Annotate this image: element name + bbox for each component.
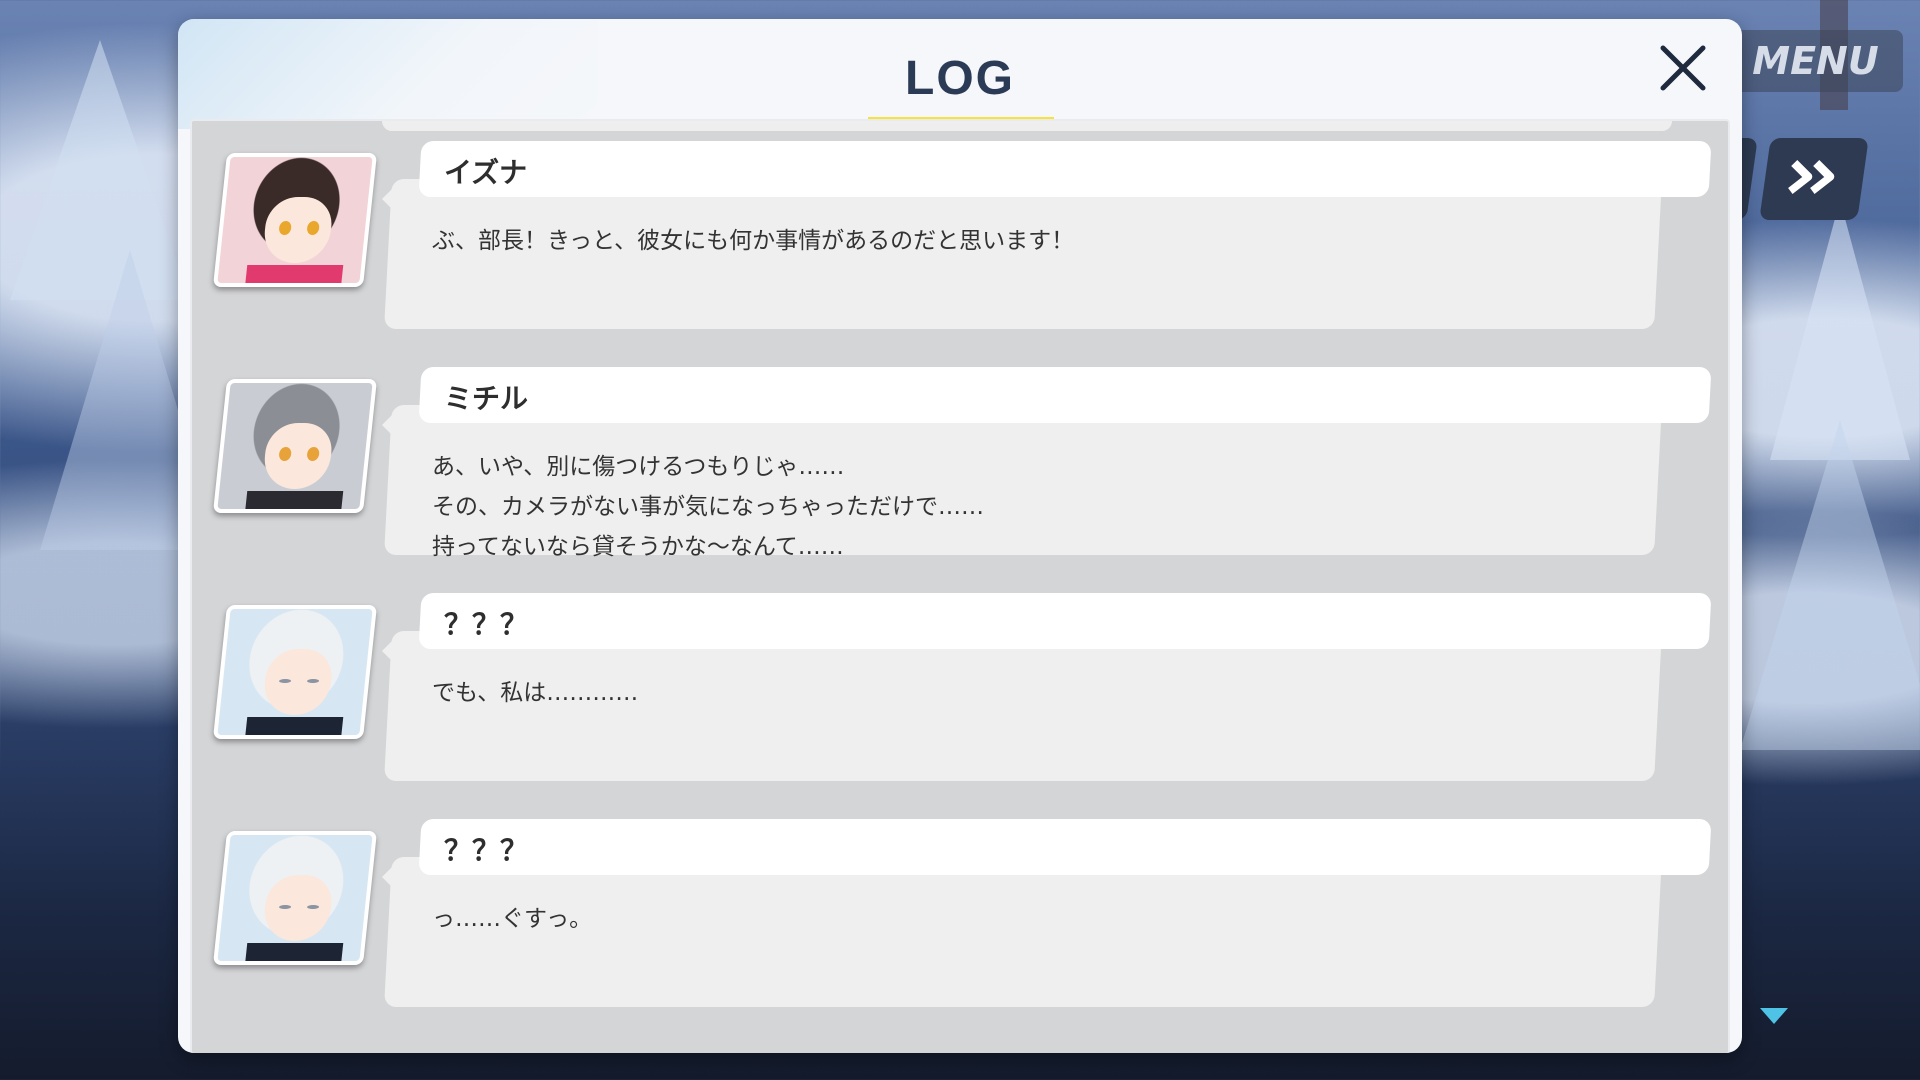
log-dialog: LOG イズナ ぶ、部長！きっと、彼女にも何か事情があるのだと思います！ ミチル… [178, 19, 1742, 1053]
dialogue-text: あ、いや、別に傷つけるつもりじゃ…… その、カメラがない事が気になっちゃっただけ… [432, 447, 1632, 567]
scroll-down-indicator-icon[interactable] [1760, 1008, 1788, 1024]
menu-button[interactable]: MENU [1728, 30, 1903, 92]
fast-forward-button[interactable] [1759, 138, 1869, 220]
name-plate [418, 141, 1712, 197]
dialogue-text: ぶ、部長！きっと、彼女にも何か事情があるのだと思います！ [432, 221, 1632, 261]
dialogue-text: っ……ぐすっ。 [432, 899, 1632, 939]
speaker-name: イズナ [444, 156, 528, 189]
log-entry: ？？？ っ……ぐすっ。 [192, 799, 1728, 1013]
unknown-girl-portrait-icon [212, 831, 378, 965]
log-entry: ？？？ でも、私は………… [192, 573, 1728, 787]
speaker-name: ？？？ [444, 834, 529, 867]
dialogue-line: 持ってないなら貸そうかな～なんて…… [432, 534, 844, 560]
dialogue-line: あ、いや、別に傷つけるつもりじゃ…… [432, 454, 845, 480]
speaker-name: ？？？ [444, 608, 529, 641]
name-plate [418, 367, 1712, 423]
close-button[interactable] [1648, 35, 1718, 105]
dialogue-line: っ……ぐすっ。 [432, 906, 593, 932]
log-entry: ミチル あ、いや、別に傷つけるつもりじゃ…… その、カメラがない事が気になっちゃ… [192, 347, 1728, 561]
fast-forward-icon [1783, 157, 1845, 201]
izuna-portrait-icon [212, 153, 378, 287]
dialogue-line: その、カメラがない事が気になっちゃっただけで…… [432, 494, 984, 520]
unknown-girl-portrait-icon [212, 605, 378, 739]
log-entry: イズナ ぶ、部長！きっと、彼女にも何か事情があるのだと思います！ [192, 121, 1728, 335]
dialogue-text: でも、私は………… [432, 673, 1632, 713]
name-plate [418, 593, 1712, 649]
michiru-portrait-icon [212, 379, 378, 513]
dialogue-line: でも、私は………… [432, 680, 639, 706]
dialog-header: LOG [178, 19, 1742, 123]
name-plate [418, 819, 1712, 875]
speaker-name: ミチル [444, 382, 529, 415]
log-scroll-area[interactable]: イズナ ぶ、部長！きっと、彼女にも何か事情があるのだと思います！ ミチル あ、い… [190, 119, 1730, 1053]
dialogue-line: ぶ、部長！きっと、彼女にも何か事情があるのだと思います！ [432, 228, 1075, 254]
bg-snowy-tree [1740, 420, 1920, 750]
dialog-title: LOG [905, 52, 1015, 105]
close-icon [1659, 44, 1707, 96]
